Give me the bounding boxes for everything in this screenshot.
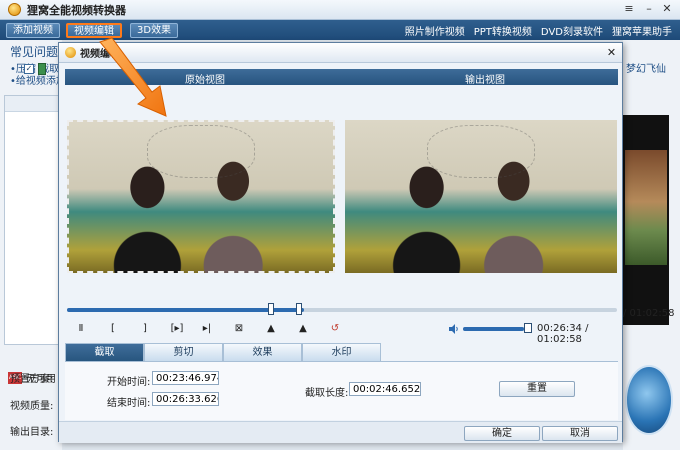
tab-crop[interactable]: 剪切 xyxy=(144,343,223,361)
set-start-button[interactable]: [ xyxy=(105,321,121,337)
right-panel-link[interactable]: 梦幻飞仙 xyxy=(626,60,666,75)
volume-icon[interactable] xyxy=(449,324,459,334)
tab-trim[interactable]: 截取 xyxy=(65,343,144,361)
original-view-label: 原始视图 xyxy=(185,75,225,86)
photo-to-video-link[interactable]: 照片制作视频 xyxy=(405,23,465,38)
menu-icon[interactable]: ≡ xyxy=(622,2,636,16)
next-frame-button[interactable]: ▸| xyxy=(199,321,215,337)
crop-frame-border[interactable] xyxy=(67,120,335,273)
start-time-label: 开始时间: xyxy=(107,377,151,388)
edit-tabs: 截取 剪切 效果 水印 xyxy=(65,343,381,361)
3d-effect-button[interactable]: 3D效果 xyxy=(130,22,179,38)
edit-video-button[interactable]: 视频编辑 xyxy=(66,22,122,38)
cancel-button[interactable]: 取消 xyxy=(542,426,618,441)
faq-title[interactable]: 常见问题 xyxy=(10,43,58,60)
toolbar-links: 照片制作视频 PPT转换视频 DVD刻录软件 狸窝苹果助手 xyxy=(405,20,672,40)
end-time-label: 结束时间: xyxy=(107,398,151,409)
minimize-button[interactable]: – xyxy=(642,2,656,16)
main-toolbar: 添加视频 视频编辑 3D效果 照片制作视频 PPT转换视频 DVD刻录软件 狸窝… xyxy=(0,20,680,40)
tab-effects[interactable]: 效果 xyxy=(223,343,302,361)
convert-button[interactable] xyxy=(625,365,673,435)
dialog-logo-icon xyxy=(65,47,76,58)
dialog-titlebar: 视频编辑 ✕ xyxy=(59,43,622,63)
tab-watermark[interactable]: 水印 xyxy=(302,343,381,361)
seek-bar[interactable] xyxy=(67,308,617,312)
flip-up-icon[interactable]: ▲ xyxy=(263,321,279,337)
video-frame-wall-art xyxy=(426,124,536,179)
output-dir-label: 输出目录: xyxy=(10,427,54,438)
output-video-frame xyxy=(345,120,617,273)
left-panel: 常见问题 •压缩 截取 •给视频添加 ✓ ABC 无可用 预置方案: 视频质量:… xyxy=(0,40,66,450)
video-edit-dialog: 视频编辑 ✕ 原始视图 输出视图 Ⅱ [ ] [▸] ▸| ⊠ ▲ ▲ ↺ 00… xyxy=(58,42,623,443)
time-readout: 00:26:34 / 01:02:58 xyxy=(537,323,589,345)
view-headers: 原始视图 输出视图 xyxy=(65,69,618,86)
add-video-button[interactable]: 添加视频 xyxy=(6,22,60,38)
preview-frame xyxy=(625,150,667,265)
ok-button[interactable]: 确定 xyxy=(464,426,540,441)
app-logo-icon xyxy=(8,3,21,16)
dvd-burn-link[interactable]: DVD刻录软件 xyxy=(541,23,603,38)
file-checkbox[interactable]: ✓ xyxy=(24,64,34,74)
ppt-to-video-link[interactable]: PPT转换视频 xyxy=(474,23,532,38)
fit-icon[interactable]: ⊠ xyxy=(231,321,247,337)
undo-icon[interactable]: ↺ xyxy=(327,321,343,337)
volume-slider-knob[interactable] xyxy=(524,323,532,333)
close-button[interactable]: ✕ xyxy=(660,2,674,16)
set-end-button[interactable]: ] xyxy=(137,321,153,337)
end-time-input[interactable] xyxy=(152,392,219,406)
volume-slider-fill xyxy=(463,327,525,331)
mark-in-handle[interactable] xyxy=(268,303,275,315)
volume-slider[interactable] xyxy=(463,327,531,331)
reset-button[interactable]: 重置 xyxy=(499,381,575,397)
preview-time: / 01:02:58 xyxy=(623,308,675,319)
flip-side-icon[interactable]: ▲ xyxy=(295,321,311,337)
quality-label: 视频质量: xyxy=(10,401,54,412)
duration-input[interactable] xyxy=(349,382,421,396)
start-time-input[interactable] xyxy=(152,371,219,385)
right-panel: 梦幻飞仙 / 01:02:58 xyxy=(623,40,680,450)
mark-out-handle[interactable] xyxy=(296,303,303,315)
preset-label: 预置方案: xyxy=(10,374,54,385)
film-icon xyxy=(38,63,46,75)
file-list-header xyxy=(5,96,61,112)
original-video-frame[interactable] xyxy=(67,120,335,273)
file-list xyxy=(4,95,62,345)
app-title: 狸窝全能视频转换器 xyxy=(27,3,126,17)
output-view-label: 输出视图 xyxy=(465,75,505,86)
app-titlebar: 狸窝全能视频转换器 ≡ – ✕ xyxy=(0,0,680,20)
player-controls: Ⅱ [ ] [▸] ▸| ⊠ ▲ ▲ ↺ xyxy=(67,321,447,337)
dialog-close-button[interactable]: ✕ xyxy=(605,46,618,59)
apple-helper-link[interactable]: 狸窝苹果助手 xyxy=(612,23,672,38)
preview-player xyxy=(623,115,669,325)
dialog-title: 视频编辑 xyxy=(80,49,120,60)
pause-button[interactable]: Ⅱ xyxy=(73,321,89,337)
play-selection-button[interactable]: [▸] xyxy=(167,321,187,337)
duration-label: 截取长度: xyxy=(305,388,349,399)
